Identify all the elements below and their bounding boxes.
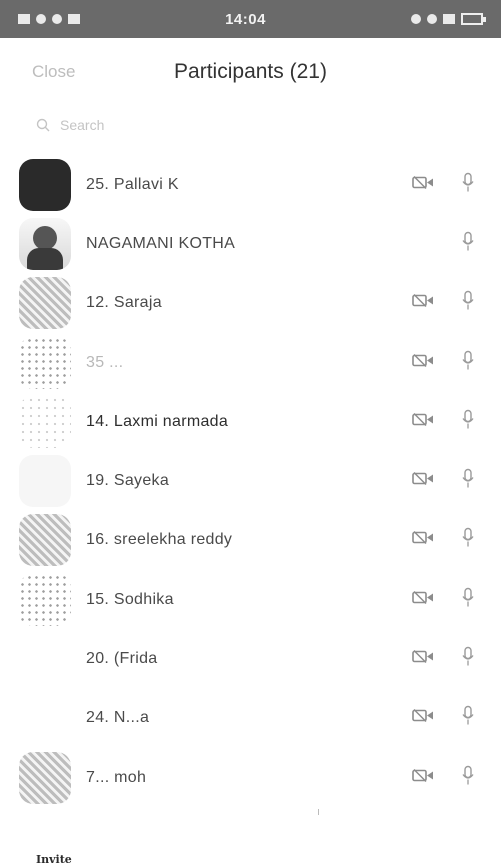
avatar: [19, 514, 71, 567]
microphone-icon[interactable]: [462, 409, 474, 434]
video-camera-icon[interactable]: [412, 650, 434, 669]
divider: [318, 809, 319, 815]
participant-name: 14. Laxmi narmada: [86, 412, 229, 430]
video-camera-icon[interactable]: [412, 412, 434, 431]
notification-icon: [36, 14, 46, 24]
participant-row[interactable]: 24. N...a: [0, 689, 501, 748]
avatar: [19, 455, 71, 508]
video-camera-icon[interactable]: [412, 353, 434, 372]
participant-row[interactable]: 12. Saraja: [0, 274, 501, 333]
header: Close Participants (21): [0, 38, 501, 106]
participant-name: 35 ...: [86, 353, 124, 371]
participant-list: 25. Pallavi K NAGAMANI KOTHA 12. Saraja 35 …: [0, 155, 501, 807]
avatar: [19, 277, 71, 330]
notification-icon: [68, 14, 80, 24]
microphone-icon[interactable]: [462, 706, 474, 731]
participant-row[interactable]: 35 ...: [0, 333, 501, 392]
participant-row[interactable]: 16. sreelekha reddy: [0, 511, 501, 570]
participant-name: 15. Sodhika: [86, 590, 174, 608]
avatar: [19, 751, 71, 804]
avatar: [19, 158, 71, 211]
status-icons-left: [18, 14, 80, 24]
participant-row[interactable]: 7... moh: [0, 748, 501, 807]
video-camera-icon[interactable]: [412, 472, 434, 491]
participant-name: 12. Saraja: [86, 294, 162, 312]
participant-name: 16. sreelekha reddy: [86, 531, 233, 549]
participant-name: 7... moh: [86, 768, 147, 786]
page-title: Participants (21): [174, 60, 327, 83]
participant-row[interactable]: 15. Sodhika: [0, 570, 501, 629]
participant-name: 20. (Frida: [86, 650, 158, 668]
cellular-icon: [443, 14, 455, 24]
participant-name: NAGAMANI KOTHA: [86, 234, 236, 252]
participant-row[interactable]: 19. Sayeka: [0, 451, 501, 510]
notification-icon: [52, 14, 62, 24]
alarm-icon: [411, 14, 421, 24]
microphone-icon[interactable]: [462, 587, 474, 612]
search-icon: [36, 118, 50, 132]
avatar: [19, 217, 71, 270]
participant-row[interactable]: 25. Pallavi K: [0, 155, 501, 214]
microphone-icon[interactable]: [462, 468, 474, 494]
status-time: 14:04: [225, 10, 266, 28]
status-bar: 14:04: [0, 0, 501, 38]
video-camera-icon[interactable]: [412, 294, 434, 313]
video-camera-icon[interactable]: [412, 175, 434, 194]
participant-row[interactable]: 20. (Frida: [0, 629, 501, 688]
video-camera-icon[interactable]: [412, 590, 434, 609]
microphone-icon[interactable]: [462, 291, 474, 316]
search-bar[interactable]: Search: [36, 117, 104, 133]
microphone-icon[interactable]: [462, 765, 474, 790]
participant-row[interactable]: 14. Laxmi narmada: [0, 392, 501, 451]
participant-name: 19. Sayeka: [86, 472, 170, 490]
participant-name: 25. Pallavi K: [86, 175, 179, 193]
search-input[interactable]: Search: [60, 117, 104, 133]
microphone-icon[interactable]: [462, 528, 474, 553]
status-icons-right: [411, 13, 486, 25]
invite-button[interactable]: Invite: [36, 853, 72, 866]
wifi-icon: [427, 14, 437, 24]
signal-icon: [18, 14, 30, 24]
participant-row[interactable]: NAGAMANI KOTHA: [0, 214, 501, 273]
battery-icon: [461, 13, 486, 25]
microphone-icon[interactable]: [462, 172, 474, 197]
avatar: [19, 395, 71, 448]
participant-name: 24. N...a: [86, 709, 150, 727]
microphone-icon[interactable]: [462, 231, 474, 256]
video-camera-icon[interactable]: [412, 709, 434, 728]
microphone-icon[interactable]: [462, 646, 474, 672]
avatar: [19, 336, 71, 389]
microphone-icon[interactable]: [462, 350, 474, 375]
video-camera-icon[interactable]: [412, 768, 434, 787]
avatar: [19, 573, 71, 626]
video-camera-icon[interactable]: [412, 531, 434, 550]
